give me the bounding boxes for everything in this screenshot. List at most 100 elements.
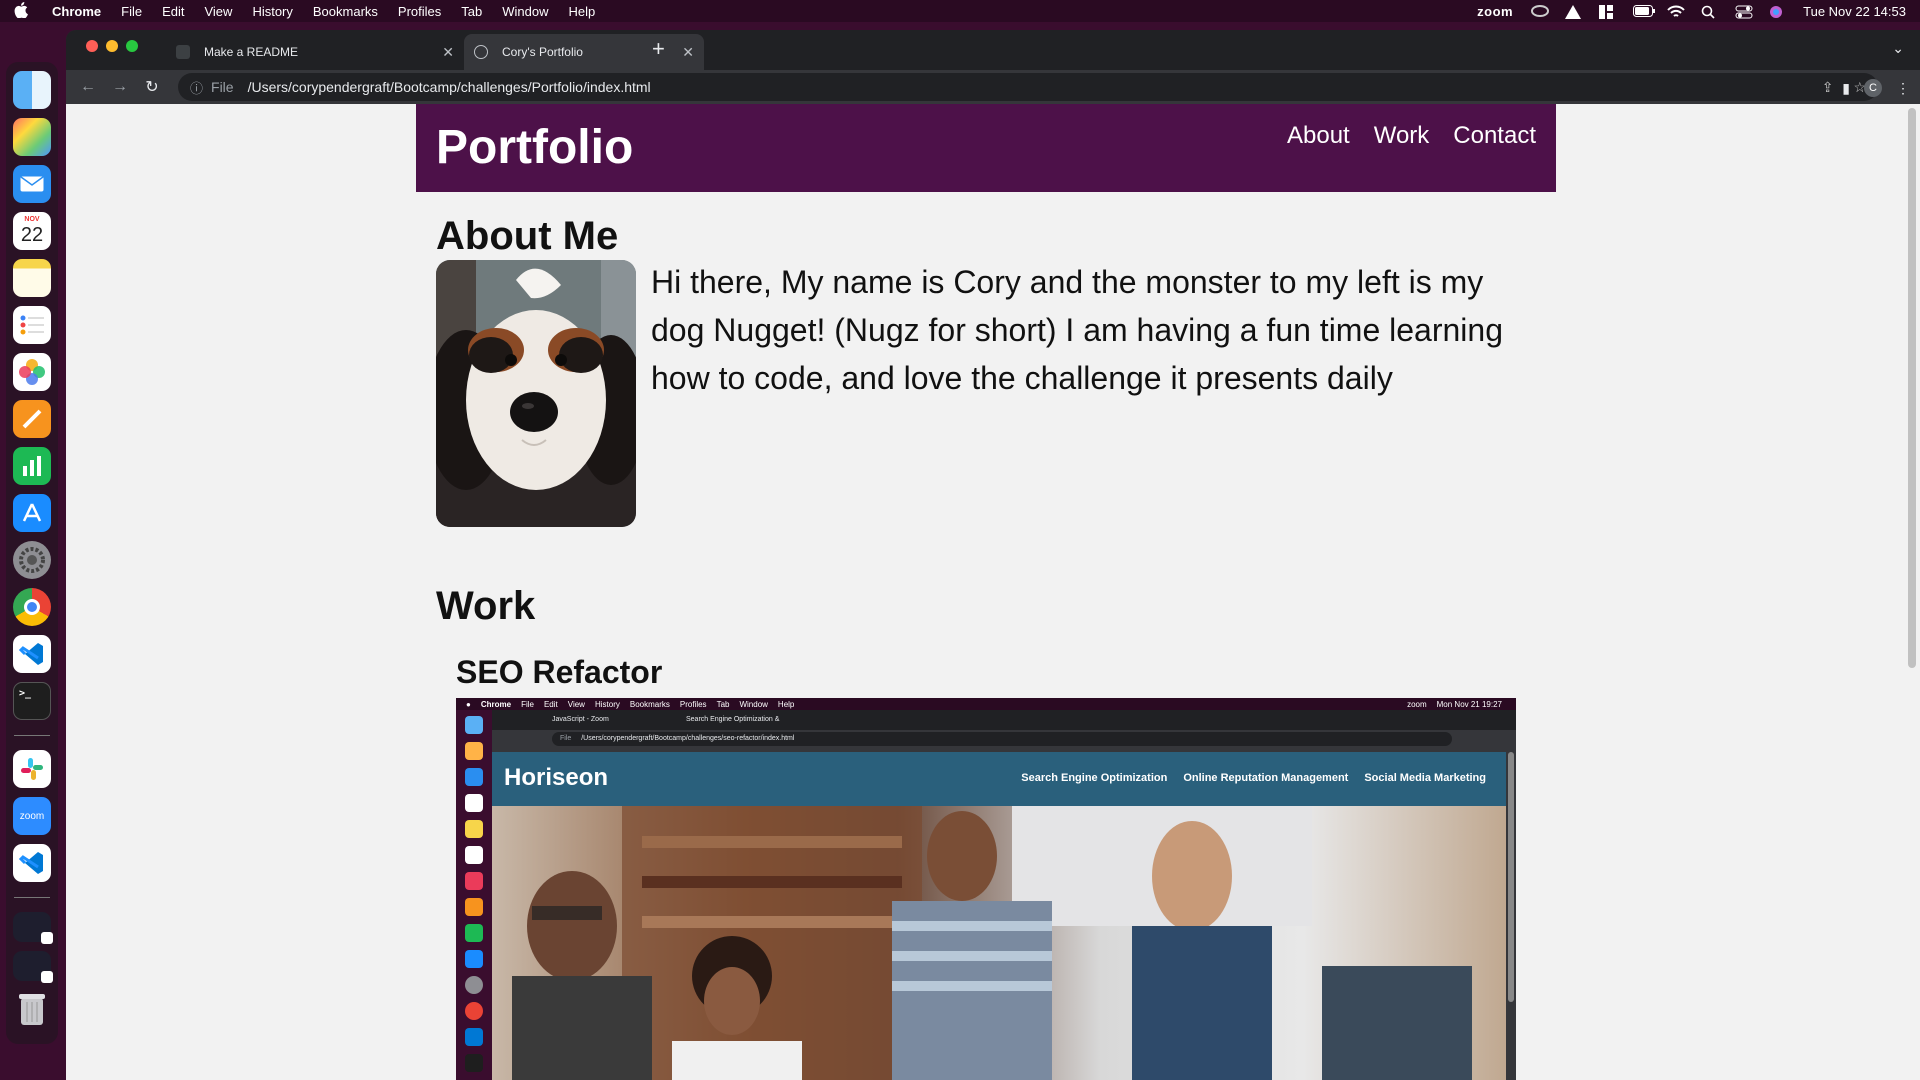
menu-bookmarks[interactable]: Bookmarks [313, 4, 378, 19]
menu-file[interactable]: File [121, 4, 142, 19]
address-bar[interactable]: ⓘ File /Users/corypendergraft/Bootcamp/c… [178, 73, 1878, 101]
site-nav: About Work Contact [1287, 122, 1536, 150]
nav-link-about[interactable]: About [1287, 122, 1350, 150]
dog-photo [436, 260, 636, 527]
calendar-icon[interactable]: NOV 22 [13, 212, 51, 250]
menu-edit[interactable]: Edit [162, 4, 184, 19]
screenshot-address-bar: File /Users/corypendergraft/Bootcamp/cha… [552, 732, 1452, 746]
screenshot-menu-item: History [594, 699, 620, 709]
tab-search-chevron-icon[interactable]: ⌄ [1892, 40, 1904, 57]
project-screenshot[interactable]: ● Chrome File Edit View History Bookmark… [456, 698, 1516, 1080]
numbers-icon[interactable] [13, 447, 51, 485]
photos-icon[interactable] [13, 353, 51, 391]
close-tab-icon[interactable]: ✕ [682, 44, 694, 61]
menu-history[interactable]: History [252, 4, 292, 19]
screenshot-chrome-icon [465, 1002, 483, 1020]
control-center-icon[interactable] [1735, 5, 1753, 19]
tab-make-readme[interactable]: Make a README ✕ [166, 34, 464, 70]
screenshot-vscode-icon [465, 1028, 483, 1046]
horiseon-nav-item: Online Reputation Management [1183, 772, 1349, 784]
site-header: Portfolio About Work Contact [416, 104, 1556, 192]
vertical-scrollbar[interactable] [1908, 108, 1916, 668]
screenshot-reminders-icon [465, 846, 483, 864]
minimize-window-button[interactable] [106, 40, 118, 52]
menu-tab[interactable]: Tab [461, 4, 482, 19]
wifi-icon[interactable] [1667, 5, 1685, 17]
trash-icon[interactable] [13, 990, 51, 1028]
screenshot-tab-2: Search Engine Optimization & [686, 716, 780, 723]
new-tab-button[interactable]: + [652, 36, 665, 62]
search-icon[interactable] [1701, 5, 1717, 19]
creative-cloud-icon[interactable] [1531, 5, 1550, 17]
screenshot-launchpad-icon [465, 742, 483, 760]
menu-view[interactable]: View [204, 4, 232, 19]
screenshot-photos-icon [465, 872, 483, 890]
notes-icon[interactable] [13, 259, 51, 297]
maximize-window-button[interactable] [126, 40, 138, 52]
menu-help[interactable]: Help [569, 4, 596, 19]
menu-window[interactable]: Window [502, 4, 548, 19]
minimized-window-icon[interactable] [13, 912, 53, 944]
screenshot-browser: JavaScript - Zoom Search Engine Optimiza… [492, 710, 1516, 1080]
profile-avatar[interactable]: C [1864, 79, 1882, 97]
globe-icon [474, 45, 488, 59]
screenshot-page: Horiseon Search Engine Optimization Onli… [492, 752, 1506, 1080]
menubar-clock[interactable]: Tue Nov 22 14:53 [1803, 4, 1906, 19]
screenshot-menu-item: Help [777, 699, 795, 709]
screenshot-menu-item: Window [739, 699, 768, 709]
info-icon[interactable]: ⓘ [190, 78, 203, 97]
share-icon[interactable]: ⇪ [1822, 79, 1834, 96]
dock-separator [14, 735, 50, 736]
horiseon-header: Horiseon Search Engine Optimization Onli… [492, 752, 1506, 806]
reminders-icon[interactable] [13, 306, 51, 344]
side-panel-icon[interactable]: ▮ [1842, 80, 1850, 97]
screenshot-menu-item: Profiles [679, 699, 707, 709]
tab-title: Make a README [204, 45, 299, 59]
screenshot-menu-app: Chrome [480, 699, 512, 709]
close-window-button[interactable] [86, 40, 98, 52]
nav-link-contact[interactable]: Contact [1453, 122, 1536, 150]
menu-profiles[interactable]: Profiles [398, 4, 441, 19]
dock: NOV 22 >_ zoom [6, 62, 58, 1044]
launchpad-icon[interactable] [13, 118, 51, 156]
screenshot-menu-item: View [567, 699, 585, 709]
nav-link-work[interactable]: Work [1374, 122, 1430, 150]
more-menu-icon[interactable]: ⋮ [1896, 80, 1910, 97]
system-settings-icon[interactable] [13, 541, 51, 579]
page-viewport[interactable]: Portfolio About Work Contact About Me Hi… [66, 104, 1920, 1080]
forward-arrow-icon[interactable]: → [104, 78, 136, 96]
chrome-icon[interactable] [13, 588, 51, 626]
grid-icon[interactable] [1599, 5, 1615, 19]
zoom-icon[interactable]: zoom [1477, 4, 1513, 19]
menu-app-chrome[interactable]: Chrome [52, 4, 101, 19]
tab-corys-portfolio[interactable]: Cory's Portfolio ✕ [464, 34, 704, 70]
screenshot-url: /Users/corypendergraft/Bootcamp/challeng… [581, 735, 795, 742]
vscode-icon-2[interactable] [13, 844, 51, 882]
mail-icon[interactable] [13, 165, 51, 203]
drive-icon[interactable] [1565, 5, 1582, 19]
close-tab-icon[interactable]: ✕ [442, 44, 454, 61]
pages-icon[interactable] [13, 400, 51, 438]
screenshot-apple-icon: ● [466, 699, 471, 709]
vscode-icon[interactable] [13, 635, 51, 673]
screenshot-mail-icon [465, 768, 483, 786]
site-title: Portfolio [436, 121, 634, 174]
siri-icon[interactable] [1769, 5, 1785, 18]
screenshot-menu-item: Tab [716, 699, 730, 709]
screenshot-terminal-icon [465, 1054, 483, 1072]
minimized-window-icon-2[interactable] [13, 951, 53, 983]
terminal-icon[interactable]: >_ [13, 682, 51, 720]
slack-icon[interactable] [13, 750, 51, 788]
dock-separator-2 [14, 897, 50, 898]
url-text[interactable]: /Users/corypendergraft/Bootcamp/challeng… [248, 79, 651, 95]
tab-title: Cory's Portfolio [502, 45, 583, 59]
app-store-icon[interactable] [13, 494, 51, 532]
reload-icon[interactable]: ↻ [136, 77, 168, 97]
zoom-app-icon[interactable]: zoom [13, 797, 51, 835]
finder-icon[interactable] [13, 71, 51, 109]
back-arrow-icon[interactable]: ← [72, 78, 104, 96]
screenshot-menu-item: Edit [543, 699, 558, 709]
horiseon-nav-item: Social Media Marketing [1364, 772, 1486, 784]
apple-icon[interactable] [14, 1, 34, 21]
battery-icon[interactable] [1633, 5, 1656, 17]
